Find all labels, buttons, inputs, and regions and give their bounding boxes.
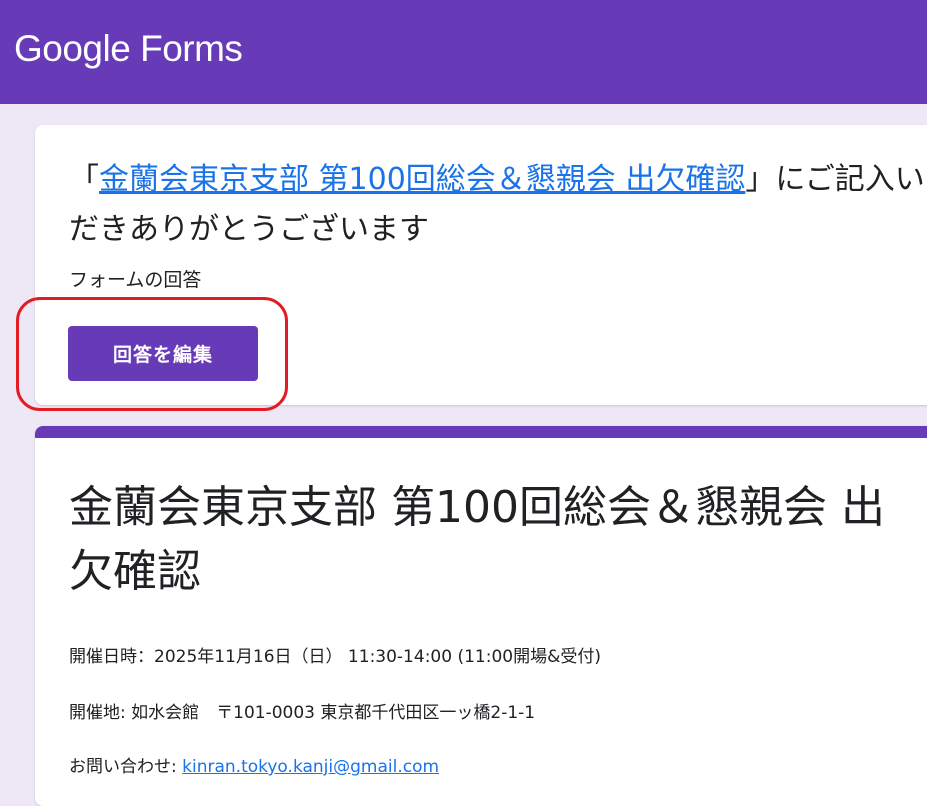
responses-label: フォームの回答 [69,269,202,291]
contact-label: お問い合わせ: [69,757,183,777]
google-forms-logo[interactable]: Google Forms [14,28,243,70]
event-datetime: 開催日時：2025年11月16日（日） 11:30-14:00 (11:00開場… [69,647,601,667]
contact-email-link[interactable]: kinran.tokyo.kanji@gmail.com [182,757,439,777]
form-title-line1: 金蘭会東京支部 第100回総会＆懇親会 出 [69,482,885,533]
thanks-text-line2: だきありがとうございます [69,212,429,247]
form-title: 金蘭会東京支部 第100回総会＆懇親会 出欠確認 [69,476,927,604]
quote-open: 「 [69,162,99,197]
confirmation-message: 「金蘭会東京支部 第100回総会＆懇親会 出欠確認」にご記入いただきありがとうご… [69,155,927,255]
event-venue: 開催地: 如水会館 〒101-0003 東京都千代田区一ッ橋2-1-1 [69,703,536,723]
thanks-text-line1: 」にご記入いた [745,162,927,197]
app-header: Google Forms [0,0,927,104]
confirmation-card: 「金蘭会東京支部 第100回総会＆懇親会 出欠確認」にご記入いただきありがとうご… [35,125,927,405]
contact-info: お問い合わせ: kinran.tokyo.kanji@gmail.com [69,752,439,777]
form-title-link[interactable]: 金蘭会東京支部 第100回総会＆懇親会 出欠確認 [99,162,745,197]
form-summary-card: 金蘭会東京支部 第100回総会＆懇親会 出欠確認 開催日時：2025年11月16… [35,426,927,806]
edit-response-button[interactable]: 回答を編集 [68,326,258,381]
form-title-line2: 欠確認 [69,546,201,597]
